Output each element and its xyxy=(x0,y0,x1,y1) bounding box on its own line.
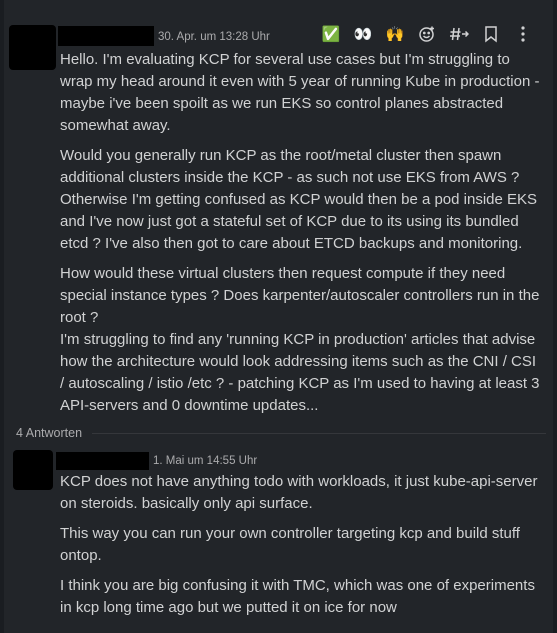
divider-line xyxy=(92,432,546,434)
avatar[interactable] xyxy=(13,450,53,490)
message-paragraph: Would you generally run KCP as the root/… xyxy=(60,147,538,252)
add-reaction-icon[interactable] xyxy=(413,19,441,49)
redacted-username[interactable] xyxy=(58,26,154,46)
hashtag-arrow-icon[interactable] xyxy=(445,19,473,49)
thread-replies-divider[interactable]: 4 Antworten xyxy=(16,424,546,442)
reaction-raised-hands-button[interactable]: 🙌 xyxy=(381,19,409,49)
more-vertical-icon[interactable] xyxy=(509,19,537,49)
reaction-eyes-button[interactable]: 👀 xyxy=(349,19,377,49)
reply-body: KCP does not have anything todo with wor… xyxy=(60,471,544,627)
avatar[interactable] xyxy=(9,25,56,70)
reaction-check-button[interactable]: ✅ xyxy=(317,19,345,49)
reply-paragraph: I think you are big confusing it with TM… xyxy=(60,577,535,616)
message-panel: 30. Apr. um 13:28 Uhr ✅ 👀 🙌 Hello. I'm e… xyxy=(4,0,553,633)
redacted-username[interactable] xyxy=(56,452,149,470)
reply-paragraph: This way you can run your own controller… xyxy=(60,525,520,564)
message-body: Hello. I'm evaluating KCP for several us… xyxy=(60,49,544,417)
message-paragraph: I'm struggling to find any 'running KCP … xyxy=(60,331,540,414)
message-paragraph: Hello. I'm evaluating KCP for several us… xyxy=(60,51,540,134)
bookmark-icon[interactable] xyxy=(477,19,505,49)
message-timestamp[interactable]: 30. Apr. um 13:28 Uhr xyxy=(158,31,270,43)
reply-paragraph: KCP does not have anything todo with wor… xyxy=(60,473,538,512)
message-actions-toolbar: ✅ 👀 🙌 xyxy=(317,17,547,51)
thread-replies-count[interactable]: 4 Antworten xyxy=(16,426,82,440)
message-paragraph: How would these virtual clusters then re… xyxy=(60,265,540,326)
reply-timestamp[interactable]: 1. Mai um 14:55 Uhr xyxy=(153,455,257,467)
